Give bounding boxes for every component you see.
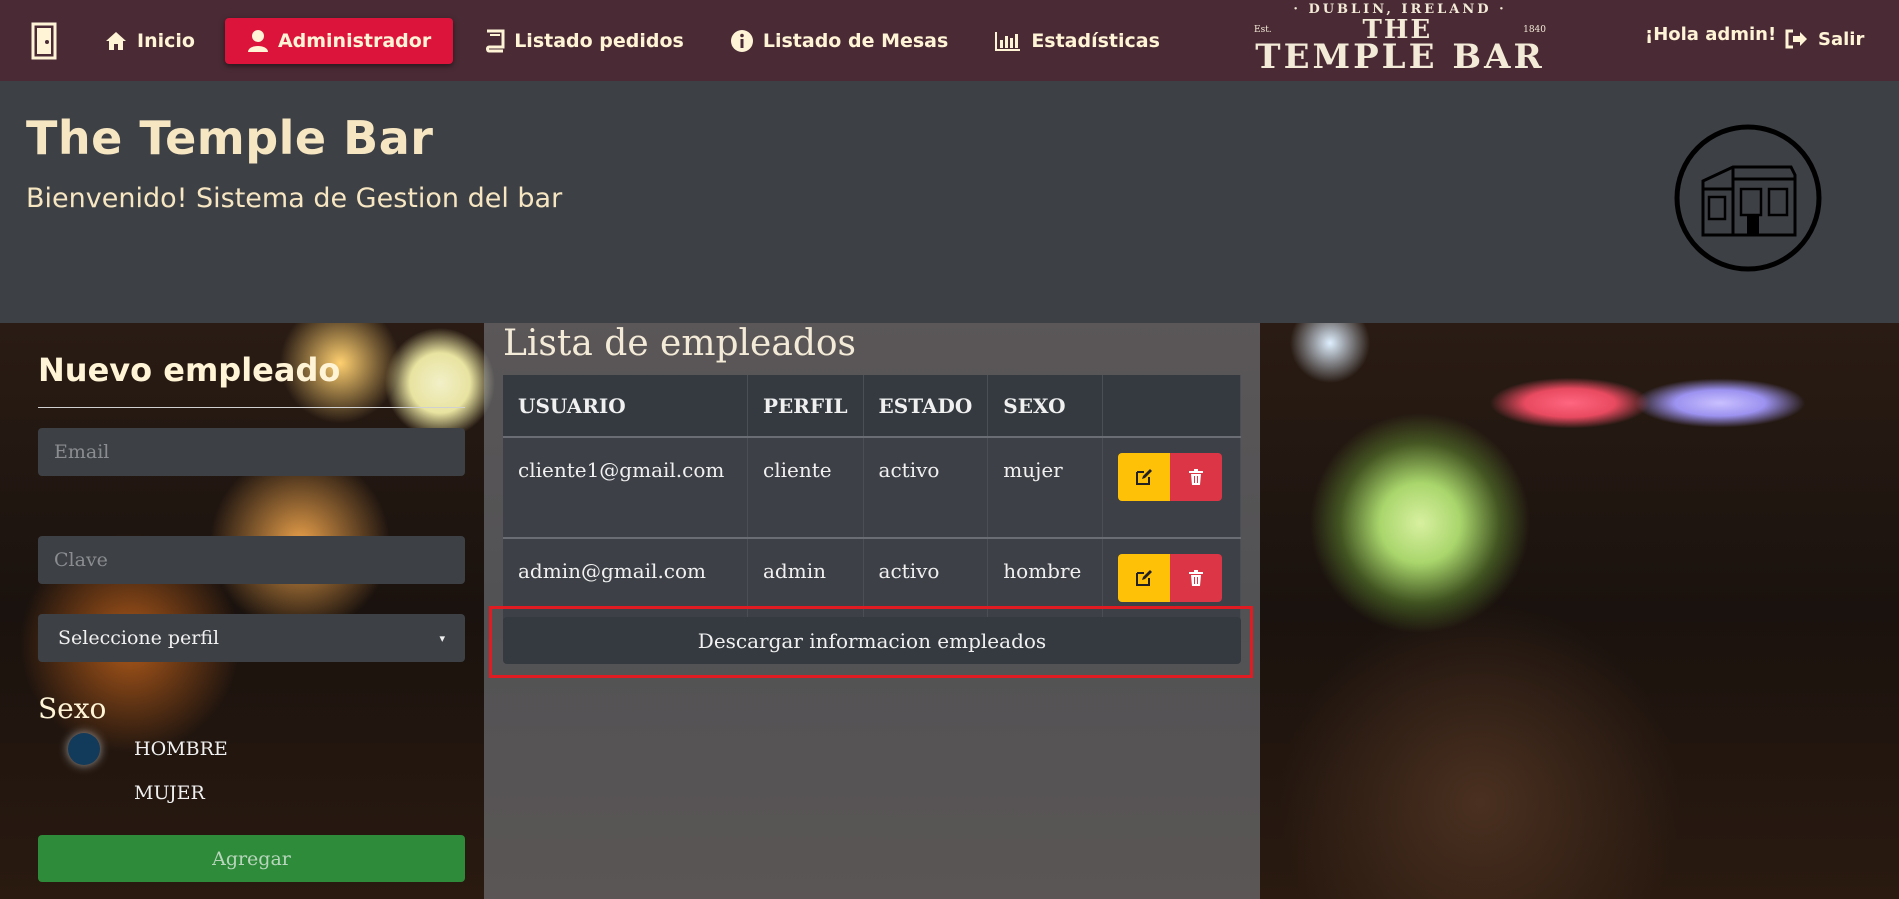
cell-estado: activo	[863, 436, 989, 538]
cell-actions	[1102, 436, 1241, 538]
logout-link[interactable]: Salir	[1784, 28, 1864, 50]
cell-perfil: cliente	[747, 436, 864, 538]
nav-listado-pedidos[interactable]: Listado pedidos	[467, 18, 700, 64]
radio-button-selected[interactable]	[68, 733, 100, 765]
user-icon	[247, 29, 268, 52]
edit-icon	[1136, 570, 1153, 586]
nav-listado-mesas[interactable]: Listado de Mesas	[714, 18, 964, 64]
header-perfil: PERFIL	[747, 375, 864, 437]
table-header-row: USUARIO PERFIL ESTADO SEXO	[503, 375, 1241, 437]
password-input[interactable]	[38, 536, 465, 584]
profile-select[interactable]: Seleccione perfil ▾	[38, 614, 465, 662]
profile-select-value: Seleccione perfil	[58, 627, 220, 649]
caret-down-icon: ▾	[439, 631, 445, 645]
nav-label: Estadísticas	[1031, 29, 1160, 52]
greeting: ¡Hola admin!	[1645, 24, 1777, 45]
edit-button[interactable]	[1118, 453, 1171, 501]
nav-estadisticas[interactable]: Estadísticas	[978, 18, 1176, 64]
edit-button[interactable]	[1118, 554, 1171, 602]
sign-out-icon	[1785, 29, 1807, 49]
jumbotron: The Temple Bar Bienvenido! Sistema de Ge…	[0, 81, 1899, 323]
cell-sexo: mujer	[987, 436, 1104, 538]
add-button[interactable]: Agregar	[38, 835, 465, 882]
nav-label: Listado de Mesas	[762, 29, 949, 52]
form-divider	[38, 407, 465, 408]
logo-year: 1840	[1523, 25, 1546, 35]
nav-label: Administrador	[277, 29, 432, 52]
header-actions	[1102, 375, 1241, 437]
page-subtitle: Bienvenido! Sistema de Gestion del bar	[26, 183, 563, 214]
nav-administrador[interactable]: Administrador	[224, 17, 454, 64]
logo-est: Est.	[1254, 25, 1272, 35]
header-sexo: SEXO	[987, 375, 1104, 437]
page-title: The Temple Bar	[26, 111, 434, 165]
radio-hombre[interactable]: HOMBRE	[38, 729, 465, 769]
new-employee-form: Nuevo empleado Seleccione perfil ▾ Sexo …	[38, 323, 465, 882]
nav-label: Inicio	[137, 29, 195, 52]
radio-label: HOMBRE	[134, 738, 228, 760]
trash-icon	[1189, 469, 1204, 485]
door-icon[interactable]	[30, 22, 58, 60]
nav-label: Listado pedidos	[514, 29, 684, 52]
trash-icon	[1189, 570, 1204, 586]
header-usuario: USUARIO	[503, 375, 748, 437]
info-icon	[730, 29, 753, 52]
employees-table: USUARIO PERFIL ESTADO SEXO cliente1@gmai…	[503, 375, 1241, 638]
sex-label: Sexo	[38, 692, 107, 725]
temple-bar-logo[interactable]: · DUBLIN, IRELAND · Est. THE 1840 TEMPLE…	[1218, 2, 1582, 76]
form-title: Nuevo empleado	[38, 351, 341, 389]
list-title: Lista de empleados	[503, 323, 857, 364]
edit-icon	[1136, 469, 1153, 485]
download-employees-button[interactable]: Descargar informacion empleados	[503, 617, 1241, 664]
radio-mujer[interactable]: MUJER	[38, 773, 465, 813]
pub-building-icon	[1674, 124, 1822, 272]
table-row: cliente1@gmail.com cliente activo mujer	[503, 436, 1241, 538]
book-icon	[486, 29, 505, 52]
radio-label: MUJER	[134, 782, 205, 804]
nav-inicio[interactable]: Inicio	[88, 18, 211, 64]
home-icon	[106, 31, 126, 50]
email-input[interactable]	[38, 428, 465, 476]
header-estado: ESTADO	[863, 375, 989, 437]
bar-chart-icon	[995, 31, 1021, 51]
cell-usuario: cliente1@gmail.com	[503, 436, 748, 538]
navbar: Inicio Administrador Listado pedidos Lis…	[0, 0, 1899, 81]
logo-main-text: TEMPLE BAR	[1255, 37, 1545, 77]
logout-label: Salir	[1818, 28, 1865, 50]
delete-button[interactable]	[1170, 453, 1223, 501]
delete-button[interactable]	[1170, 554, 1223, 602]
